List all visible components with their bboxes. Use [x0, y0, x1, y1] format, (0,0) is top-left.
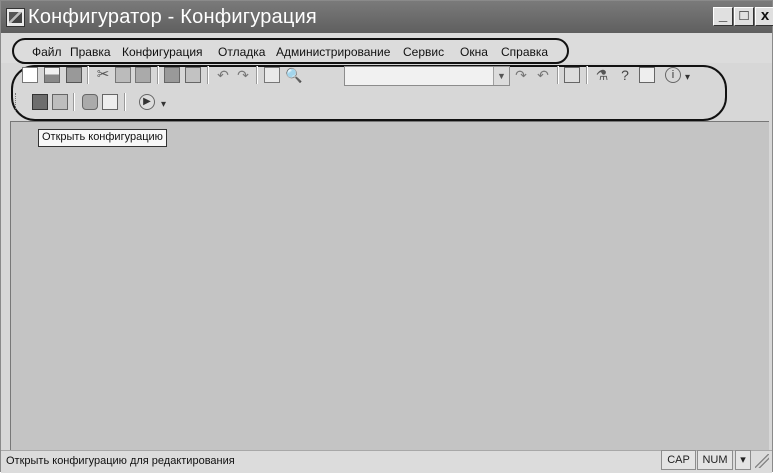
save-configuration-icon[interactable] — [52, 94, 68, 110]
run-icon[interactable]: ▶ — [139, 94, 155, 110]
toolbar-separator — [256, 66, 258, 84]
tooltip: Открыть конфигурацию — [38, 129, 167, 147]
open-configuration-icon[interactable] — [32, 94, 48, 110]
menu-debug[interactable]: Отладка — [218, 46, 265, 59]
chevron-down-icon[interactable]: ▼ — [493, 67, 509, 85]
chevron-down-icon[interactable]: ▾ — [685, 73, 695, 83]
database-icon[interactable] — [82, 94, 98, 110]
search-icon[interactable]: 🔍 — [285, 67, 302, 83]
status-message: Открыть конфигурацию для редактирования — [6, 455, 235, 467]
redo-icon[interactable]: ↷ — [235, 67, 251, 83]
menu-help[interactable]: Справка — [501, 46, 548, 59]
paste-icon[interactable] — [135, 67, 151, 83]
print-preview-icon[interactable] — [185, 67, 201, 83]
application-window: Конфигуратор - Конфигурация _ □ x Файл П… — [0, 0, 773, 473]
toolbar-separator — [87, 66, 89, 84]
toolbar-grip[interactable] — [15, 93, 20, 111]
menu-edit[interactable]: Правка — [70, 46, 111, 59]
print-icon[interactable] — [164, 67, 180, 83]
app-icon — [6, 8, 25, 27]
minimize-button[interactable]: _ — [713, 7, 733, 26]
save-icon[interactable] — [66, 67, 82, 83]
table-icon[interactable] — [102, 94, 118, 110]
window-icon[interactable] — [564, 67, 580, 83]
toolbar-separator — [124, 93, 126, 111]
menu-file[interactable]: Файл — [32, 46, 62, 59]
open-icon[interactable] — [44, 67, 60, 83]
help-icon[interactable]: ? — [617, 67, 633, 83]
toolbar-separator — [73, 93, 75, 111]
resize-grip[interactable] — [755, 454, 769, 468]
toolbar-separator — [557, 66, 559, 84]
find-next-icon[interactable]: ↷ — [513, 67, 529, 83]
num-indicator: NUM — [697, 450, 733, 470]
toolbar-separator — [586, 66, 588, 84]
status-dropdown[interactable]: ▾ — [735, 450, 751, 470]
toolbar-separator — [207, 66, 209, 84]
find-icon[interactable] — [264, 67, 280, 83]
cut-icon[interactable]: ✂ — [95, 67, 111, 83]
maximize-button[interactable]: □ — [734, 7, 754, 26]
new-document-icon[interactable] — [22, 67, 38, 83]
search-combo[interactable]: ▼ — [344, 66, 510, 86]
find-previous-icon[interactable]: ↶ — [535, 67, 551, 83]
menu-configuration[interactable]: Конфигурация — [122, 46, 203, 59]
menu-service[interactable]: Сервис — [403, 46, 444, 59]
title-bar: Конфигуратор - Конфигурация _ □ x — [1, 1, 773, 33]
chevron-down-icon[interactable]: ▾ — [161, 100, 171, 110]
main-workspace — [10, 121, 769, 450]
window-title: Конфигуратор - Конфигурация — [28, 6, 317, 28]
copy-icon[interactable] — [115, 67, 131, 83]
caps-indicator: CAP — [661, 450, 696, 470]
info-icon[interactable]: i — [665, 67, 681, 83]
toolbar-separator — [157, 66, 159, 84]
menu-administration[interactable]: Администрирование — [276, 46, 390, 59]
syntax-helper-icon[interactable] — [639, 67, 655, 83]
menu-windows[interactable]: Окна — [460, 46, 488, 59]
close-button[interactable]: x — [755, 7, 773, 26]
undo-icon[interactable]: ↶ — [215, 67, 231, 83]
wizard-icon[interactable]: ⚗ — [594, 67, 610, 83]
